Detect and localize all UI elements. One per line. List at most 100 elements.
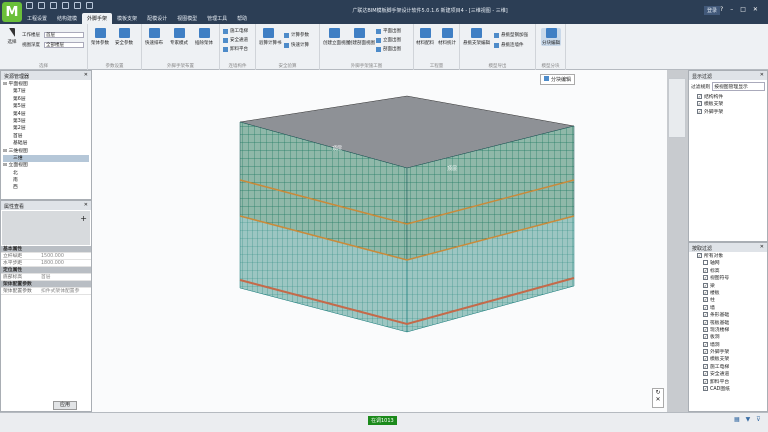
filter-item[interactable]: ✓ 外脚手架 [693, 349, 763, 356]
create-elevation-button[interactable]: 创建立面视图 [323, 28, 350, 46]
tree-item[interactable]: ⊟ 三维视图 [3, 148, 89, 155]
select-button[interactable]: 选择 [3, 28, 21, 45]
filter-item[interactable]: ✓ 外脚手架 [693, 108, 763, 116]
apply-button[interactable]: 应用 [53, 401, 77, 410]
redo-icon[interactable] [86, 2, 93, 9]
tree-item[interactable]: 北 [3, 170, 89, 177]
login-button[interactable]: 登录 [704, 6, 721, 15]
block-edit-button[interactable]: 分块编辑 [541, 28, 561, 46]
checkbox[interactable]: ✓ [697, 108, 702, 114]
filter-item[interactable]: 轴网 [693, 260, 763, 267]
property-value[interactable]: 扣件式架体配置参 [41, 288, 79, 294]
tree-item[interactable]: 西 [3, 184, 89, 191]
remove-frame-button[interactable]: 插除架体 [195, 28, 213, 46]
calc-report-button[interactable]: 验算计算书 [259, 28, 282, 46]
quick-calc-button[interactable]: 快速计算 [284, 42, 309, 48]
reset-view-icon[interactable]: ↻ ✕ [652, 388, 664, 408]
checkbox[interactable]: ✓ [703, 386, 708, 392]
tree-item[interactable]: 基础层 [3, 140, 89, 147]
filter-item[interactable]: ✓ 结构构件 [693, 94, 763, 101]
checkbox[interactable]: ✓ [703, 282, 708, 288]
panel-close-icon[interactable]: ✕ [84, 202, 88, 208]
checkbox[interactable]: ✓ [703, 378, 708, 384]
checkbox[interactable]: ✓ [703, 341, 708, 347]
filter-item[interactable]: ✓ 条形基础 [693, 312, 763, 319]
steel-reinforce-button[interactable]: 悬挑型钢加强 [494, 32, 528, 38]
checkbox[interactable]: ✓ [697, 101, 702, 107]
checkbox[interactable]: ✓ [703, 267, 708, 273]
filter-item[interactable]: ✓ 标高 [693, 267, 763, 275]
unloading-platform-button[interactable]: 卸料平台 [223, 46, 248, 52]
frame-params-button[interactable]: 架体参数 [91, 28, 109, 46]
tree-item[interactable]: 南 [3, 177, 89, 184]
menu-item[interactable]: 结构建模 [52, 13, 82, 24]
tree-item[interactable]: 首层 [3, 133, 89, 140]
elevation-drawing-button[interactable]: 立面出图 [376, 37, 401, 43]
checkbox[interactable]: ✓ [703, 334, 708, 340]
checkbox[interactable]: ✓ [703, 304, 708, 310]
3d-viewport[interactable]: 分块编辑 顶层 顶层 ↻ ✕ [92, 70, 667, 412]
tree-item[interactable]: 第4层 [3, 111, 89, 118]
checkbox[interactable]: ✓ [703, 319, 708, 325]
filter-item[interactable]: ✓ 墙洞 [693, 341, 763, 349]
save-icon[interactable] [50, 2, 57, 9]
close-icon[interactable]: ✕ [753, 6, 758, 13]
checkbox[interactable]: ✓ [703, 349, 708, 355]
menu-item[interactable]: 工程设置 [22, 13, 52, 24]
view-type-select[interactable]: 全部楼层 [44, 42, 84, 48]
settings-icon[interactable]: ▦ [734, 416, 740, 423]
filter-icon[interactable]: ▼ [746, 416, 751, 423]
open-file-icon[interactable] [38, 2, 45, 9]
print-icon[interactable] [62, 2, 69, 9]
filter-item[interactable]: ✓ 楼板 [693, 289, 763, 297]
calc-params-button[interactable]: 计算参数 [284, 32, 309, 38]
menu-item[interactable]: 模板支架 [112, 13, 142, 24]
tree-item[interactable]: ⊟ 平面视图 [3, 81, 89, 88]
checkbox[interactable]: ✓ [703, 371, 708, 377]
menu-item[interactable]: 视图模型 [172, 13, 202, 24]
filter-item[interactable]: ✓ 模板支架 [693, 101, 763, 108]
filter-item[interactable]: ✓ 现浇楼梯 [693, 326, 763, 334]
filter-item[interactable]: ✓ 柱 [693, 297, 763, 304]
property-value[interactable]: 1500.000 [41, 253, 64, 259]
checkbox[interactable]: ✓ [703, 275, 708, 281]
maximize-icon[interactable]: □ [740, 6, 746, 13]
funnel-icon[interactable]: ⊽ [756, 416, 760, 423]
filter-item[interactable]: ✓ 视图符号 [693, 275, 763, 282]
quick-layout-button[interactable]: 快速排布 [145, 28, 163, 46]
section-drawing-button[interactable]: 剖面出图 [376, 46, 401, 52]
material-config-button[interactable]: 材料配料 [416, 28, 434, 46]
menu-item[interactable]: 外脚手架 [82, 13, 113, 24]
filter-item[interactable]: ✓ 卸料平台 [693, 378, 763, 386]
filter-item[interactable]: ✓ 墙 [693, 304, 763, 312]
plan-drawing-button[interactable]: 平面出图 [376, 28, 401, 34]
filter-item[interactable]: ✓ 所有对象 [693, 253, 763, 260]
construction-elevator-button[interactable]: 施工电梯 [223, 28, 248, 34]
checkbox[interactable]: ✓ [703, 297, 708, 303]
panel-close-icon[interactable]: ✕ [760, 244, 764, 250]
add-icon[interactable]: + [80, 214, 87, 223]
cantilever-edit-button[interactable]: 悬挑支架编辑 [463, 28, 490, 46]
property-value[interactable]: 1800.000 [41, 260, 64, 266]
panel-close-icon[interactable]: ✕ [84, 72, 88, 78]
help-icon[interactable]: ? [720, 6, 723, 13]
tree-item[interactable]: 三维 [3, 154, 89, 163]
work-level-select[interactable]: 首层 [44, 32, 84, 38]
checkbox[interactable]: ✓ [697, 94, 702, 99]
minimize-icon[interactable]: – [730, 6, 733, 13]
menu-item[interactable]: 帮助 [232, 13, 252, 24]
filter-item[interactable]: ✓ 模板支架 [693, 356, 763, 363]
menu-item[interactable]: 管理工具 [202, 13, 232, 24]
checkbox[interactable]: ✓ [703, 356, 708, 362]
filter-item[interactable]: ✓ 梁 [693, 282, 763, 290]
tree-item[interactable]: 第7层 [3, 88, 89, 95]
checkbox[interactable]: ✓ [703, 312, 708, 318]
tree-item[interactable]: 第2层 [3, 125, 89, 132]
tree-item[interactable]: 第3层 [3, 118, 89, 125]
panel-close-icon[interactable]: ✕ [760, 72, 764, 78]
tree-item[interactable]: 第5层 [3, 103, 89, 110]
filter-item[interactable]: ✓ 筏板基础 [693, 319, 763, 327]
property-value[interactable]: 首层 [41, 274, 51, 280]
filter-mode-select[interactable]: 按视图管理显示 [712, 82, 765, 91]
tree-item[interactable]: 第6层 [3, 96, 89, 103]
